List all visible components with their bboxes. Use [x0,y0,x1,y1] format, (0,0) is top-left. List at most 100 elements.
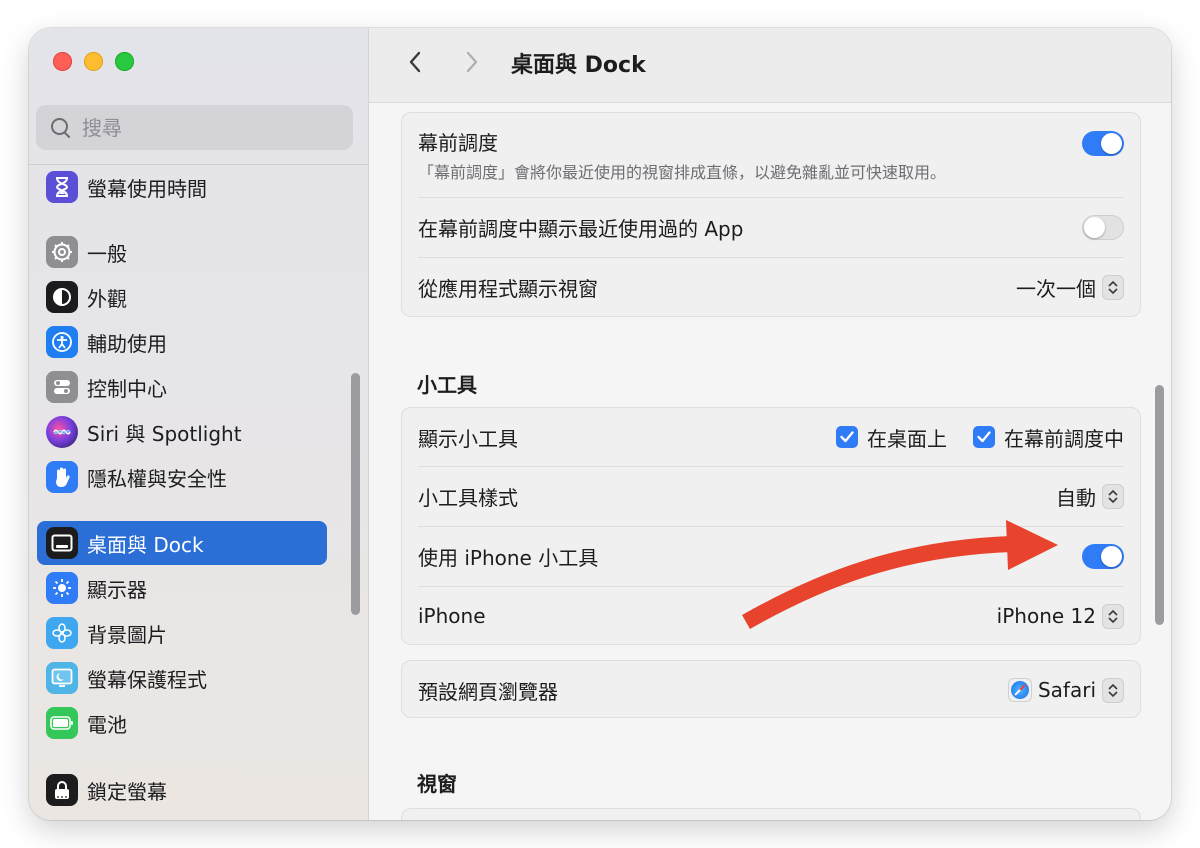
chevron-right-icon [466,51,478,73]
sidebar-item-control-center[interactable]: 控制中心 [37,365,327,409]
accessibility-icon [46,326,78,358]
desktop-dock-icon [46,527,78,559]
checkmark-icon [836,426,858,448]
show-windows-label: 從應用程式顯示視窗 [418,277,598,301]
toolbar: 桌面與 Dock [369,28,1171,103]
default-browser-row: 預設網頁瀏覽器 Safari [418,661,1124,719]
sidebar-item-label: 桌面與 Dock [87,532,204,557]
sidebar-item-desktop-dock[interactable]: 桌面與 Dock [37,521,327,565]
appearance-icon [46,281,78,313]
popup-stepper-icon [1102,275,1124,300]
stage-manager-toggle[interactable] [1082,131,1124,156]
sidebar-item-label: 背景圖片 [87,622,167,647]
iphone-popup[interactable]: iPhone 12 [996,603,1124,629]
sidebar-item-general[interactable]: 一般 [37,230,327,274]
sidebar-item-label: 顯示器 [87,577,147,602]
show-windows-row: 從應用程式顯示視窗 一次一個 [418,258,1124,317]
widget-style-popup[interactable]: 自動 [1056,482,1124,511]
sidebar-item-label: 隱私權與安全性 [87,466,227,491]
search-input[interactable] [82,115,332,140]
popup-stepper-icon [1102,677,1124,703]
sidebar-item-label: 電池 [87,712,127,737]
sidebar-item-label: 螢幕使用時間 [87,176,207,201]
search-field[interactable] [36,105,353,150]
sidebar-item-screensaver[interactable]: 螢幕保護程式 [37,656,327,700]
in-stage-manager-label: 在幕前調度中 [1004,426,1124,451]
sidebar-item-privacy[interactable]: 隱私權與安全性 [37,455,327,499]
minimize-button[interactable] [84,52,103,71]
show-recent-apps-label: 在幕前調度中顯示最近使用過的 App [418,217,744,241]
main-pane: 桌面與 Dock 幕前調度 「幕前調度」會將你最近使用的視窗排成直條，以避免雜亂… [369,28,1171,820]
sidebar-item-label: 外觀 [87,286,127,311]
battery-icon [46,707,78,739]
default-browser-value: Safari [1037,678,1096,702]
default-browser-popup[interactable]: Safari [1007,677,1124,703]
widget-style-row: 小工具樣式 自動 [418,467,1124,526]
sidebar-item-label: 螢幕保護程式 [87,667,207,692]
show-widgets-options: 在桌面上 在幕前調度中 [836,423,1124,452]
sidebar-item-label: 鎖定螢幕 [87,779,167,804]
safari-icon [1007,678,1032,702]
in-stage-manager-checkbox[interactable]: 在幕前調度中 [973,423,1124,452]
forward-button[interactable] [458,48,486,76]
sidebar: 螢幕使用時間 一般 外觀 輔助使用 控制中心 [29,28,369,820]
sidebar-item-appearance[interactable]: 外觀 [37,275,327,319]
iphone-row: iPhone iPhone 12 [418,587,1124,645]
widget-style-value: 自動 [1056,486,1096,510]
sidebar-item-accessibility[interactable]: 輔助使用 [37,320,327,364]
traffic-lights [53,52,134,71]
wallpaper-icon [46,617,78,649]
iphone-label: iPhone [418,604,486,628]
stage-manager-description: 「幕前調度」會將你最近使用的視窗排成直條，以避免雜亂並可快速取用。 [418,163,947,182]
screensaver-icon [46,662,78,694]
lock-icon [46,774,78,806]
gear-icon [46,236,78,268]
chevron-left-icon [409,51,421,73]
zoom-button[interactable] [115,52,134,71]
windows-group [401,808,1141,820]
sidebar-item-label: 一般 [87,241,127,266]
iphone-value: iPhone 12 [996,604,1096,628]
control-center-icon [46,371,78,403]
sidebar-item-displays[interactable]: 顯示器 [37,566,327,610]
sidebar-item-label: 輔助使用 [87,331,167,356]
settings-content: 幕前調度 「幕前調度」會將你最近使用的視窗排成直條，以避免雜亂並可快速取用。 在… [369,104,1171,820]
iphone-widgets-label: 使用 iPhone 小工具 [418,546,599,570]
hand-icon [46,461,78,493]
close-button[interactable] [53,52,72,71]
on-desktop-label: 在桌面上 [867,426,947,451]
show-windows-popup[interactable]: 一次一個 [1016,273,1124,302]
sidebar-item-label: 控制中心 [87,376,167,401]
show-recent-apps-toggle[interactable] [1082,215,1124,240]
stage-manager-label: 幕前調度 [418,131,498,155]
on-desktop-checkbox[interactable]: 在桌面上 [836,423,947,452]
popup-stepper-icon [1102,603,1124,629]
widgets-section-title: 小工具 [417,373,477,397]
display-icon [46,572,78,604]
sidebar-item-wallpaper[interactable]: 背景圖片 [37,611,327,655]
siri-icon [46,416,78,448]
sidebar-item-label: Siri 與 Spotlight [87,421,242,446]
widget-style-label: 小工具樣式 [418,486,518,510]
sidebar-item-battery[interactable]: 電池 [37,701,327,745]
hourglass-icon [46,171,78,203]
iphone-widgets-row: 使用 iPhone 小工具 [418,527,1124,586]
sidebar-item-siri-spotlight[interactable]: Siri 與 Spotlight [37,410,327,454]
main-scrollbar[interactable] [1155,385,1164,625]
search-icon [50,117,72,139]
widgets-group: 顯示小工具 在桌面上 在幕前調度中 小工具樣式 自動 使用 iPhone 小工具… [401,407,1141,645]
show-widgets-label: 顯示小工具 [418,426,518,451]
show-windows-value: 一次一個 [1016,277,1096,301]
sidebar-item-lock-screen[interactable]: 鎖定螢幕 [37,768,327,812]
sidebar-scrollbar[interactable] [351,373,360,615]
checkmark-icon [973,426,995,448]
browser-group: 預設網頁瀏覽器 Safari [401,660,1141,718]
sidebar-item-screen-time[interactable]: 螢幕使用時間 [37,165,327,209]
stage-manager-group: 幕前調度 「幕前調度」會將你最近使用的視窗排成直條，以避免雜亂並可快速取用。 在… [401,112,1141,317]
popup-stepper-icon [1102,484,1124,509]
iphone-widgets-toggle[interactable] [1082,544,1124,569]
page-title: 桌面與 Dock [511,53,646,78]
show-widgets-row: 顯示小工具 在桌面上 在幕前調度中 [418,408,1124,466]
back-button[interactable] [401,48,429,76]
windows-section-title: 視窗 [417,772,457,796]
